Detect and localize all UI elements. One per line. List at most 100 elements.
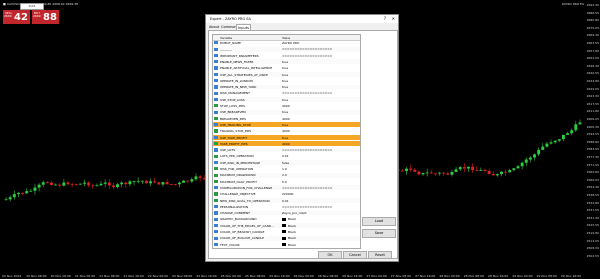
- column-variable[interactable]: Variable: [220, 36, 232, 40]
- sell-button[interactable]: SELL 2669 42: [3, 10, 30, 24]
- candle-body: [78, 183, 82, 185]
- input-value[interactable]: true: [282, 110, 288, 114]
- input-value[interactable]: ZAYRO PRO: [282, 41, 299, 45]
- input-value[interactable]: 220000: [282, 192, 293, 196]
- input-value[interactable]: Black: [288, 236, 296, 240]
- time-tick-label: 22 Nov 16:00: [196, 274, 217, 278]
- lot-size-input[interactable]: 0.01: [20, 3, 44, 10]
- candle-body: [178, 182, 181, 185]
- input-row[interactable]: PERSONALIZATION ====================: [213, 204, 360, 209]
- input-row[interactable]: ENABLE_NEWS_FILTER true: [213, 59, 360, 65]
- input-row[interactable]: STOP_LOSS_PIPS 4000: [213, 104, 360, 109]
- input-row[interactable]: CONFIGURATION_FOR_CHALLENGE =============…: [213, 185, 360, 191]
- input-row[interactable]: USE_ALL_STRATEGIES_AT_ONCE true: [213, 72, 360, 77]
- candle-body: [413, 169, 417, 172]
- input-row[interactable]: USE_STOP_LOSS true: [213, 97, 360, 103]
- input-value[interactable]: true: [282, 136, 288, 140]
- input-value[interactable]: true: [282, 79, 288, 83]
- input-row[interactable]: OPERATE_IN_NEW_YORK true: [213, 84, 360, 90]
- input-value[interactable]: ====================: [282, 54, 332, 58]
- column-value[interactable]: Value: [282, 36, 290, 40]
- input-row[interactable]: TRAILING_STOP_PIPS 4000: [213, 129, 360, 134]
- input-row[interactable]: RISK_FOR_OPERATION 1.0: [213, 167, 360, 172]
- input-value[interactable]: 0.01: [282, 199, 289, 203]
- input-value[interactable]: 1.0: [282, 167, 287, 171]
- input-value[interactable]: true: [282, 123, 288, 127]
- input-row[interactable]: TAKE_PROFIT_PIPS 4000: [213, 141, 360, 147]
- input-row[interactable]: ROBOT_NAME ZAYRO PRO: [213, 41, 360, 46]
- input-row[interactable]: MAXIMUM_DAILY_PROFIT 5.0: [213, 179, 360, 184]
- input-value[interactable]: ====================: [282, 148, 332, 152]
- input-value[interactable]: true: [282, 85, 288, 89]
- time-scale[interactable]: 20 Nov 2024 20 Nov 08:00 20 Nov 16:00 21 No…: [0, 271, 586, 279]
- input-value[interactable]: 4000: [282, 117, 290, 121]
- input-row[interactable]: NEW_RISK_GOAL_TO_OPERATION 0.01: [213, 198, 360, 203]
- input-row[interactable]: OPERATE_IN_LONDON true: [213, 78, 360, 83]
- buy-button[interactable]: BUY 2669 88: [32, 10, 59, 24]
- input-row[interactable]: COLOR_OF_BULLISH_CANDLE Black: [213, 235, 360, 241]
- input-row[interactable]: TEXT_COLOR Black: [213, 242, 360, 247]
- input-row[interactable]: USE_BREAKEVEN true: [213, 109, 360, 115]
- input-value[interactable]: true: [282, 66, 288, 70]
- input-value[interactable]: ====================: [282, 91, 332, 95]
- input-value[interactable]: Black: [288, 230, 296, 234]
- input-row[interactable]: ________ ====================: [213, 46, 360, 52]
- cancel-button[interactable]: Cancel: [343, 251, 367, 259]
- input-value[interactable]: 0.01: [282, 154, 289, 158]
- help-button[interactable]: ?: [384, 16, 386, 21]
- input-value[interactable]: true: [282, 60, 288, 64]
- input-row[interactable]: USE_TRAILING_STOP true: [213, 122, 360, 128]
- input-value[interactable]: ====================: [282, 47, 332, 51]
- candle-body: [570, 130, 574, 134]
- input-row[interactable]: ENABLE_ARTIFICIAL_INTELLIGENCE true: [213, 66, 360, 71]
- reset-button[interactable]: Reset: [368, 251, 392, 259]
- input-row[interactable]: USE_RISK_IN_PERCENTAGE false: [213, 160, 360, 166]
- candle-body: [479, 169, 483, 171]
- input-value[interactable]: Black: [288, 243, 296, 247]
- input-row[interactable]: COLOR_OF_BEARISH_CANDLE Black: [213, 230, 360, 235]
- input-row[interactable]: CHALLENGE_OBJECTIVE 220000: [213, 192, 360, 197]
- save-button[interactable]: Save: [362, 229, 396, 238]
- input-value[interactable]: true: [282, 98, 288, 102]
- candle-body: [190, 179, 194, 182]
- time-tick-label: 22 Nov 00:00: [147, 274, 169, 278]
- input-row[interactable]: GRAPHIC_BACKGROUND Black: [213, 217, 360, 222]
- input-variable-name: CHALLENGE_OBJECTIVE: [220, 192, 256, 197]
- price-tick-label: 2519.80: [586, 231, 599, 235]
- input-row[interactable]: RISK_MANAGEMENT ====================: [213, 91, 360, 96]
- input-value[interactable]: Zayro_pro_robot: [282, 211, 307, 215]
- candle-body: [8, 197, 12, 200]
- candle-body: [467, 166, 470, 169]
- input-value[interactable]: 4000: [282, 142, 290, 146]
- input-row[interactable]: USE_TAKE_PROFIT true: [213, 135, 360, 140]
- input-value[interactable]: true: [282, 73, 288, 77]
- time-tick-label: 20 Nov 2024: [2, 274, 22, 278]
- input-row[interactable]: CHANGE_COMMENT Zayro_pro_robot: [213, 210, 360, 216]
- price-scale[interactable]: 2692.30 2686.55 2680.80 2675.05 2669.30 2663.…: [586, 0, 600, 270]
- candle-body: [91, 185, 95, 187]
- input-row[interactable]: COLOR_OF_THE_EDGES_OF_CAND... Black: [213, 223, 360, 229]
- input-variable-name: ENABLE_NEWS_FILTER: [220, 59, 254, 64]
- param-icon: [214, 211, 218, 215]
- param-icon: [214, 41, 218, 45]
- input-value[interactable]: ====================: [282, 205, 332, 209]
- ok-button[interactable]: OK: [318, 251, 342, 259]
- input-row[interactable]: USE_LOTS ====================: [213, 147, 360, 153]
- input-value[interactable]: 5.0: [282, 180, 287, 184]
- load-button[interactable]: Load: [362, 217, 396, 226]
- close-icon[interactable]: ✕: [392, 16, 395, 21]
- input-variable-name: OPERATE_IN_LONDON: [220, 78, 253, 83]
- input-value[interactable]: Black: [288, 224, 296, 228]
- input-value[interactable]: 4000: [282, 129, 290, 133]
- input-value[interactable]: 2.0: [282, 173, 287, 177]
- input-row[interactable]: MAXIMUM_DRAWDOWN 2.0: [213, 172, 360, 178]
- dialog-titlebar[interactable]: Expert - ZAYRO PRO EA ? ✕: [206, 15, 398, 23]
- input-value[interactable]: 4000: [282, 104, 290, 108]
- candle-body: [475, 170, 479, 171]
- input-row[interactable]: BREAKEVEN_PIPS 4000: [213, 116, 360, 121]
- input-row[interactable]: IMPORTANT_PARAMETERS ====================: [213, 53, 360, 58]
- input-row[interactable]: LOTS_PER_OPERATION 0.01: [213, 154, 360, 159]
- input-value[interactable]: false: [282, 161, 289, 165]
- input-value[interactable]: ====================: [282, 186, 332, 190]
- input-value[interactable]: Black: [288, 217, 296, 221]
